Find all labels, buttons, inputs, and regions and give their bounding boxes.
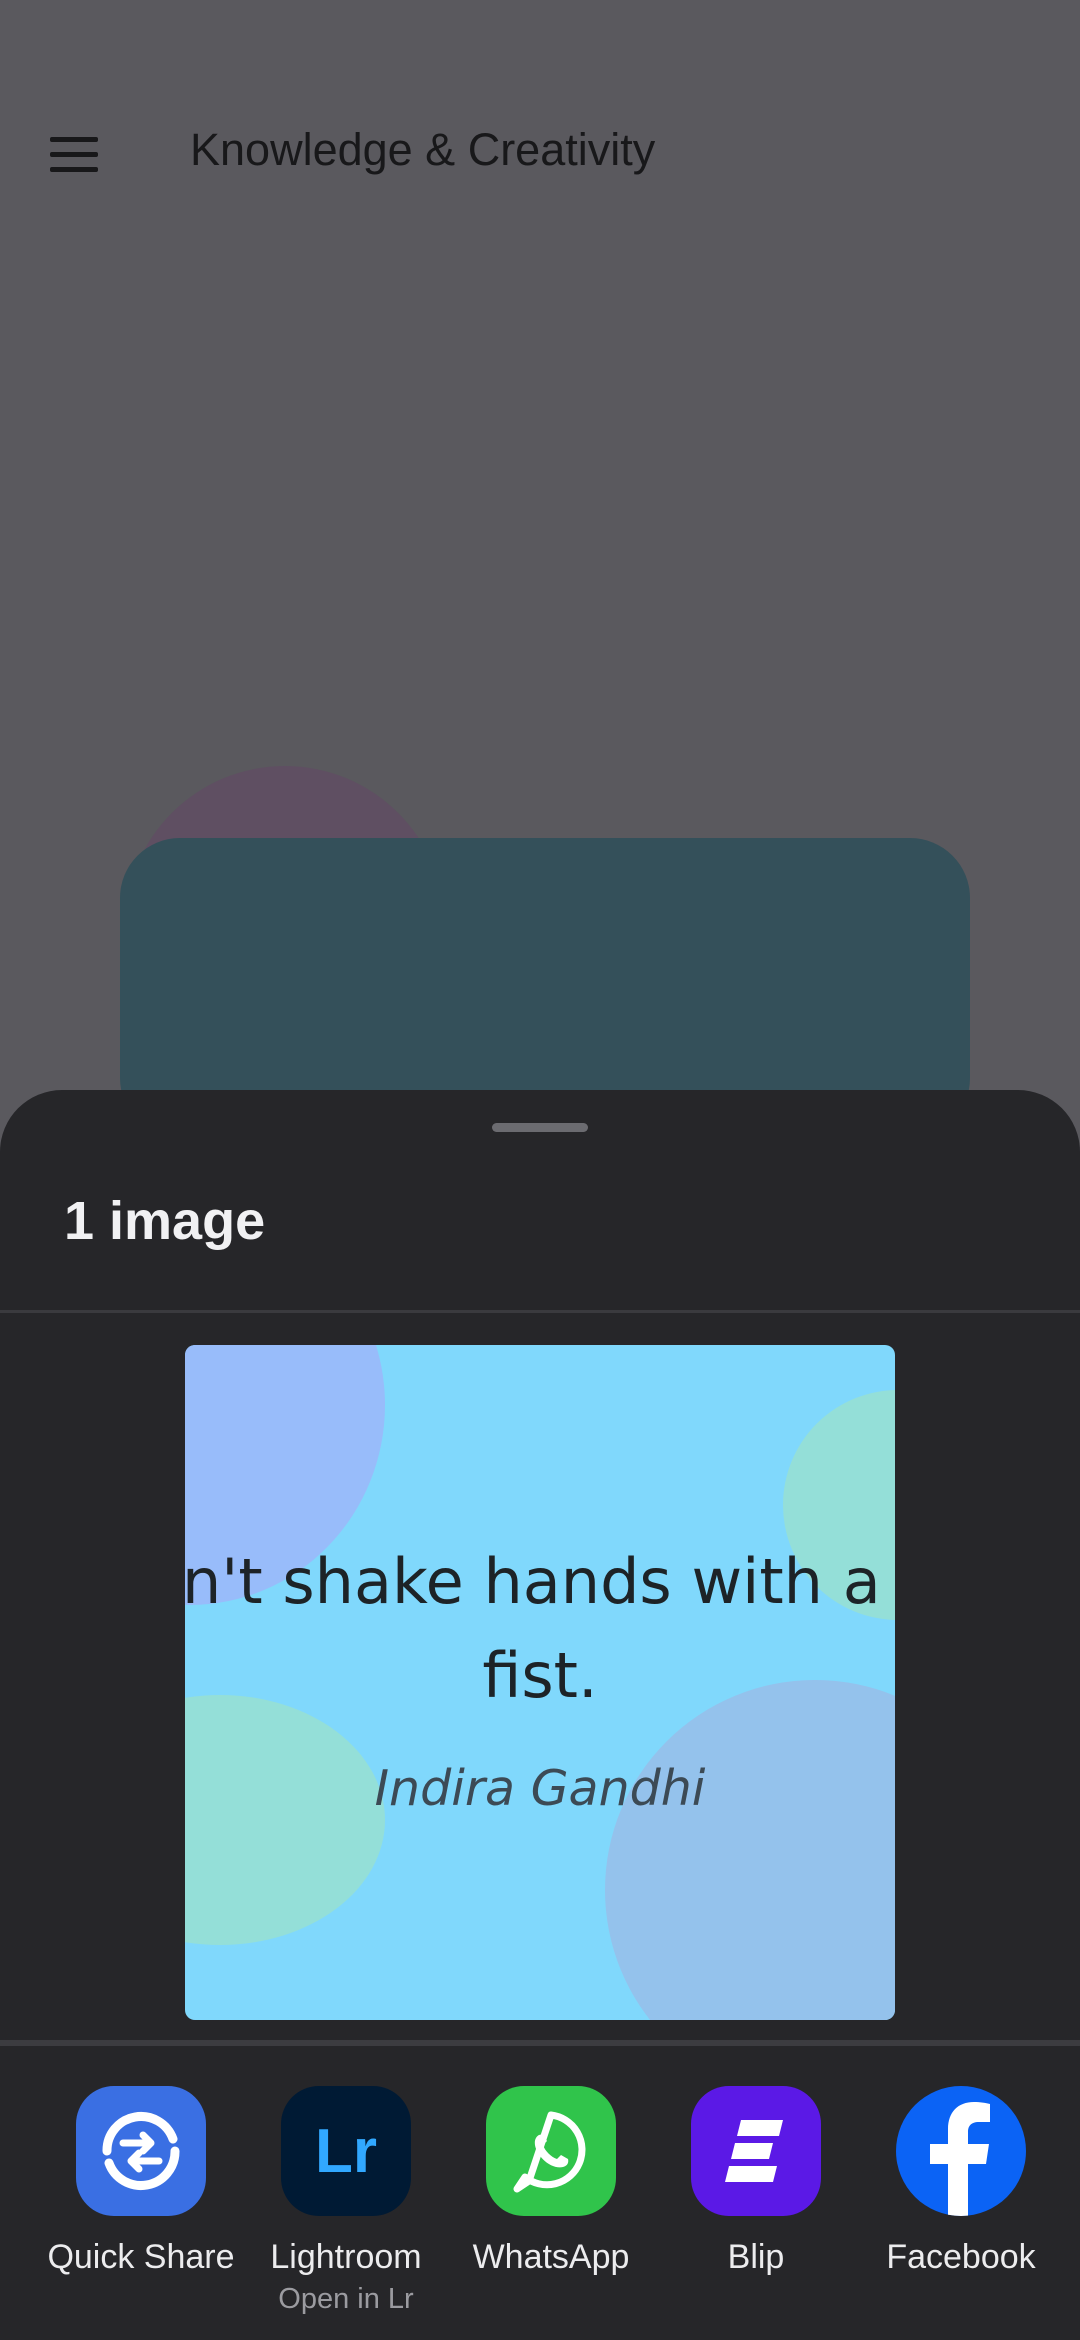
lightroom-icon: Lr: [281, 2086, 411, 2216]
preview-circle: [605, 1680, 895, 2020]
image-preview: n't shake hands with a cl fist. Indira G…: [185, 1345, 895, 2020]
lightroom-glyph: Lr: [315, 2116, 377, 2186]
share-target-lightroom[interactable]: Lr Lightroom Open in Lr: [246, 2086, 446, 2316]
quote-text: n't shake hands with a cl fist.: [185, 1535, 895, 1723]
blip-icon: [691, 2086, 821, 2216]
quote-line: fist.: [482, 1639, 598, 1712]
quick-share-icon: [76, 2086, 206, 2216]
share-target-label: WhatsApp: [472, 2238, 630, 2276]
app-title: Knowledge & Creativity: [190, 124, 656, 175]
share-target-label: Blip: [727, 2238, 785, 2276]
share-target-label: Quick Share: [47, 2238, 235, 2276]
app-bar: Knowledge & Creativity: [0, 0, 1080, 228]
share-target-sublabel: Open in Lr: [278, 2283, 414, 2315]
facebook-icon: [896, 2086, 1026, 2216]
quote-line: n't shake hands with a cl: [185, 1545, 895, 1618]
hamburger-menu-icon[interactable]: [40, 120, 108, 188]
share-target-blip[interactable]: Blip: [656, 2086, 856, 2277]
share-sheet-title: 1 image: [64, 1191, 266, 1251]
divider: [0, 1310, 1080, 1313]
quote-author: Indira Gandhi: [374, 1760, 706, 1817]
drag-handle[interactable]: [492, 1123, 588, 1132]
share-target-whatsapp[interactable]: WhatsApp: [451, 2086, 651, 2277]
share-target-label: Facebook: [886, 2238, 1036, 2276]
preview-circle: [185, 1695, 385, 1945]
share-sheet: 1 image n't shake hands with a cl fist. …: [0, 1090, 1080, 2340]
share-targets-row: Quick Share Lr Lightroom Open in Lr What…: [0, 2046, 1080, 2340]
share-target-quick-share[interactable]: Quick Share: [41, 2086, 241, 2277]
share-target-label: Lightroom: [270, 2238, 422, 2276]
whatsapp-icon: [486, 2086, 616, 2216]
share-target-facebook[interactable]: Facebook: [861, 2086, 1061, 2277]
